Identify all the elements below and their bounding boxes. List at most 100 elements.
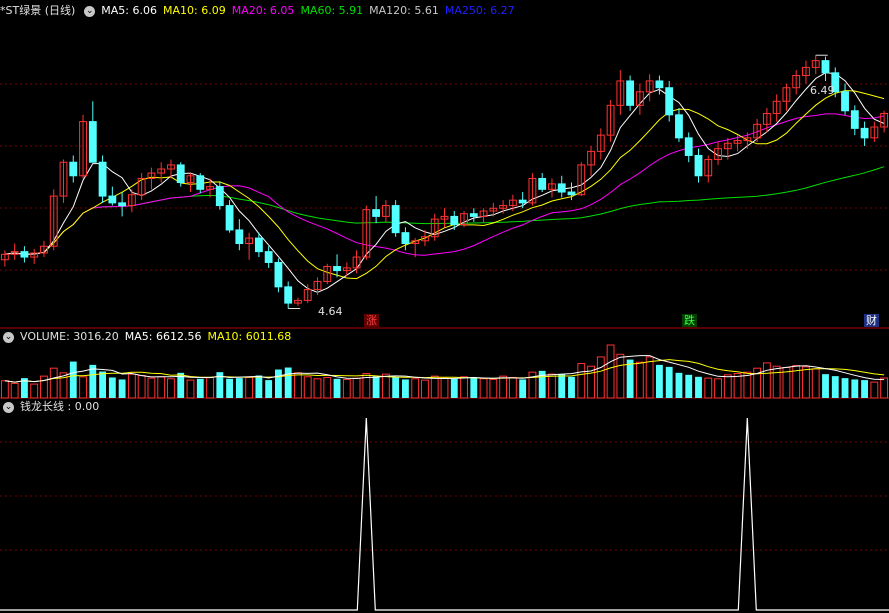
volume-bar-down	[226, 378, 233, 398]
candle-body-down	[450, 215, 459, 226]
volume-bar-up	[548, 373, 556, 399]
candle-body-down	[557, 183, 566, 193]
candle-body-down	[684, 137, 693, 156]
candle-body-down	[850, 110, 859, 129]
volume-bar-up	[479, 378, 488, 399]
stock-title: *ST绿景 (日线)	[0, 4, 76, 17]
volume-bar-down	[235, 378, 243, 398]
candle-body-down	[401, 232, 410, 244]
volume-bar-up	[0, 380, 9, 399]
volume-bar-up	[186, 379, 195, 399]
candle-body-down	[108, 195, 117, 204]
candle-body-down	[284, 286, 293, 304]
volume-bar-up	[313, 378, 322, 399]
candle-body-down	[274, 261, 283, 288]
volume-ma5-line	[4, 355, 885, 383]
volume-bar-down	[675, 372, 683, 398]
volume-bar-down	[99, 371, 106, 398]
volume-bar-up	[704, 377, 713, 399]
volume-bar-up	[430, 375, 439, 399]
volume-bar-down	[851, 379, 859, 398]
candle-body-down	[567, 191, 576, 196]
volume-bar-up	[352, 377, 361, 399]
candle-body-down	[665, 87, 674, 116]
candle-body-down	[469, 213, 478, 217]
volume-bar-down	[695, 376, 702, 398]
ma10-line	[4, 90, 885, 280]
volume-bar-down	[822, 374, 829, 398]
volume-bar-down	[402, 379, 409, 398]
volume-bar-up	[499, 375, 508, 399]
volume-bar-up	[245, 376, 254, 399]
volume-bar-down	[275, 369, 282, 398]
candle-body-down	[841, 91, 849, 112]
volume-bar-down	[685, 374, 693, 398]
volume-bar-up	[79, 376, 87, 399]
candle-body-down	[333, 266, 341, 272]
marker-die[interactable]: 跌	[682, 314, 697, 327]
volume-bar-up	[421, 379, 429, 399]
low-price-label: 4.64	[318, 305, 343, 318]
indicator-value: 钱龙长线 : 0.00	[20, 400, 100, 413]
candle-body-down	[372, 209, 381, 217]
volume-menu-icon[interactable]: ⌄	[3, 331, 14, 343]
volume-bar-up	[762, 362, 771, 399]
candle-body-down	[225, 205, 234, 231]
indicator-menu-icon[interactable]: ⌄	[3, 401, 14, 413]
volume-bar-up	[10, 382, 19, 399]
indicator-panel-header: ⌄ 钱龙长线 : 0.00	[0, 399, 105, 415]
volume-bar-down	[372, 376, 380, 398]
volume-bar-down	[118, 379, 126, 398]
volume-bar-up	[508, 376, 517, 399]
volume-bar-up	[157, 376, 166, 399]
volume-bar-up	[127, 373, 136, 399]
volume-bar-up	[49, 367, 58, 399]
ma20-value: MA20: 6.05	[231, 4, 295, 17]
volume-bar-up	[616, 353, 625, 399]
ma120-value: MA120: 5.61	[369, 4, 439, 17]
volume-bar-down	[450, 378, 458, 398]
candle-body-down	[235, 229, 244, 244]
volume-bar-up	[206, 376, 214, 399]
candle-body-down	[860, 127, 869, 139]
volume-bar-up	[880, 377, 889, 399]
candle-body-down	[538, 177, 547, 190]
volume-bar-up	[733, 372, 742, 399]
main-chart-menu-icon[interactable]: ⌄	[84, 5, 96, 17]
volume-bar-up	[30, 383, 39, 399]
ma20-line	[4, 113, 885, 256]
volume-bar-up	[167, 378, 175, 399]
candle-body-down	[264, 251, 273, 263]
volume-bar-down	[470, 377, 478, 398]
ma5-value: MA5: 6.06	[101, 4, 157, 17]
volume-bar-down	[69, 361, 77, 398]
volume-bar-down	[519, 379, 527, 398]
volume-bar-up	[772, 365, 781, 399]
candle-body-down	[69, 161, 78, 177]
volume-bar-up	[489, 378, 498, 399]
volume-value: VOLUME: 3016.20	[20, 330, 119, 343]
ma250-value: MA250: 6.27	[444, 4, 515, 17]
volume-bar-up	[802, 366, 810, 399]
volume-bar-up	[811, 368, 820, 399]
volume-panel-header: ⌄ VOLUME: 3016.20 MA5: 6612.56 MA10: 601…	[0, 329, 297, 345]
volume-bar-up	[381, 373, 390, 399]
candle-body-down	[98, 161, 107, 197]
marker-cai[interactable]: 财	[864, 314, 879, 327]
marker-zhang[interactable]: 涨	[364, 314, 379, 327]
volume-bar-up	[342, 378, 351, 399]
main-chart-header: *ST绿景 (日线) ⌄ MA5: 6.06 MA10: 6.09 MA20: …	[0, 3, 521, 19]
volume-bar-up	[606, 344, 615, 399]
volume-bar-up	[294, 372, 302, 399]
volume-bar-up	[577, 363, 586, 399]
candle-body-down	[254, 237, 263, 253]
volume-bar-up	[323, 376, 332, 399]
volume-bar-down	[333, 378, 341, 398]
volume-bar-down	[284, 367, 292, 398]
candle-body-down	[821, 60, 830, 74]
candle-body-down	[518, 199, 527, 204]
volume-ma5: MA5: 6612.56	[124, 330, 202, 343]
volume-bar-down	[392, 377, 400, 398]
volume-bar-down	[196, 378, 204, 398]
indicator-line	[0, 417, 889, 611]
